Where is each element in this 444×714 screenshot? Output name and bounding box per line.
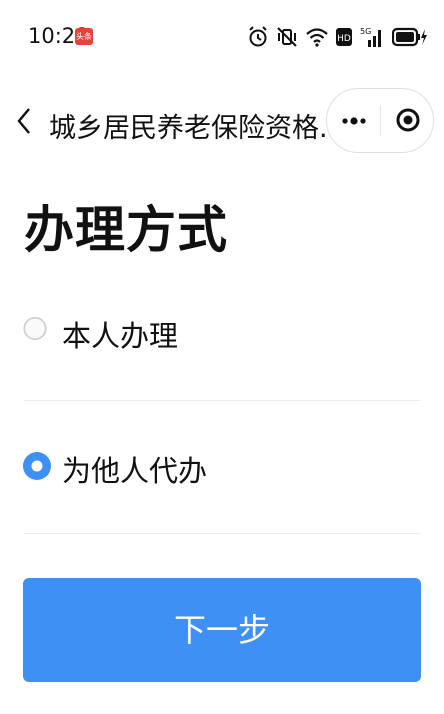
more-icon[interactable] <box>339 109 369 133</box>
divider <box>24 533 420 534</box>
toutiao-notification-icon: 头条 <box>75 28 93 45</box>
signal-5g-icon: 5G <box>360 27 381 47</box>
divider <box>24 400 420 401</box>
option-label: 本人办理 <box>62 319 179 353</box>
alarm-icon <box>249 26 267 47</box>
vibrate-mute-icon <box>277 27 297 47</box>
radio-unselected-icon[interactable] <box>23 306 47 351</box>
back-icon[interactable] <box>14 106 34 136</box>
target-icon[interactable] <box>395 107 421 133</box>
svg-text:HD: HD <box>337 34 351 44</box>
option-label: 为他人代办 <box>62 454 208 488</box>
option-self[interactable]: 本人办理 <box>0 296 444 366</box>
page-title: 办理方式 <box>24 201 228 259</box>
status-bar: 10:28 头条 HD 5G <box>0 0 444 64</box>
svg-text:5G: 5G <box>360 27 371 36</box>
battery-charging-icon <box>392 27 427 47</box>
nav-bar: 城乡居民养老保险资格... <box>0 88 444 158</box>
capsule-divider <box>380 105 381 136</box>
hd-icon: HD <box>336 28 352 46</box>
option-on-behalf[interactable]: 为他人代办 <box>0 431 444 501</box>
nav-title: 城乡居民养老保险资格... <box>49 113 345 144</box>
wifi-icon <box>306 28 328 47</box>
next-step-button[interactable]: 下一步 <box>23 578 421 682</box>
status-icons: HD 5G <box>248 24 428 50</box>
mini-program-capsule <box>326 88 434 153</box>
radio-selected-icon[interactable] <box>22 441 52 491</box>
